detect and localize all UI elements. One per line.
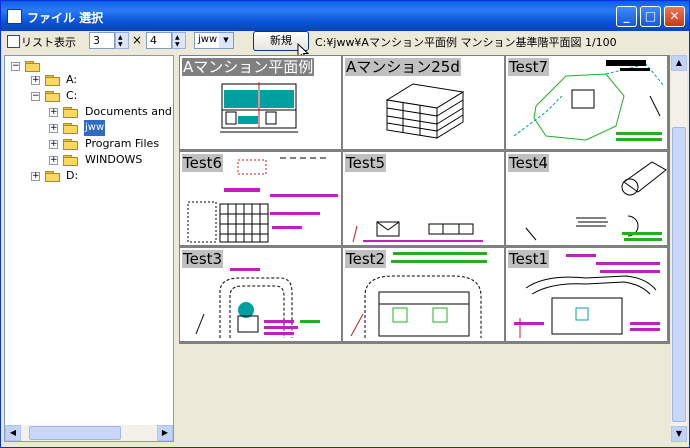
thumbnail-grid: Aマンション平面例 Aマンション25d Test7 Test6 Test5 Te… [179, 55, 670, 344]
expand-icon[interactable]: + [31, 172, 40, 181]
tree-item-label: Program Files [85, 137, 160, 150]
thumbnail-title: Test3 [182, 250, 224, 268]
file-path-label: C:¥jww¥Aマンション平面例 マンション基準階平面図 1/100 [315, 36, 617, 49]
thumbnail-title: Aマンション平面例 [182, 58, 315, 76]
minimize-button[interactable]: _ [616, 6, 637, 27]
extension-value: jww [198, 34, 218, 45]
folder-icon [25, 61, 41, 72]
minimize-icon: _ [623, 9, 630, 23]
rows-stepper[interactable]: ▲ ▼ [172, 32, 186, 49]
thumbnail-test7[interactable]: Test7 [506, 56, 667, 149]
thumbnail-test4[interactable]: Test4 [506, 152, 667, 245]
thumbnail-a-mansion-25d[interactable]: Aマンション25d [343, 56, 504, 149]
thumbnail-test1[interactable]: Test1 [506, 248, 667, 341]
scroll-thumb[interactable] [672, 127, 686, 422]
scroll-up-button[interactable]: ▲ [671, 55, 687, 71]
window-title: ファイル 選択 [27, 11, 104, 25]
expand-icon[interactable]: + [31, 76, 40, 85]
tree-item-jww[interactable]: + jww [49, 120, 173, 136]
tree-item-c-drive[interactable]: − C: [31, 88, 171, 104]
tree-item-label: D: [66, 169, 79, 182]
expand-icon[interactable]: + [49, 140, 58, 149]
collapse-icon[interactable]: − [31, 92, 40, 101]
thumbnail-title: Test2 [345, 250, 387, 268]
tree-item-windows[interactable]: + WINDOWS [49, 152, 173, 168]
folder-icon [45, 91, 61, 102]
expand-icon[interactable]: + [49, 156, 58, 165]
toolbar: リスト表示 3 ▲ ▼ × 4 ▲ ▼ jww ▼ 新規 C:¥jww¥Aマンション… [1, 31, 689, 53]
thumbnail-title: Test5 [345, 154, 387, 172]
thumbnail-a-mansion-plan[interactable]: Aマンション平面例 [180, 56, 341, 149]
tree-item-label: C: [66, 89, 78, 102]
thumbnail-test2[interactable]: Test2 [343, 248, 504, 341]
app-icon [7, 9, 22, 24]
folder-icon [63, 107, 79, 118]
tree-item-label: Documents and S [85, 105, 174, 118]
columns-stepper[interactable]: ▲ ▼ [115, 32, 129, 49]
thumbnail-title: Test4 [508, 154, 550, 172]
maximize-icon: □ [644, 9, 657, 23]
folder-icon [63, 155, 79, 166]
close-icon: ✕ [669, 9, 680, 23]
thumbnail-test3[interactable]: Test3 [180, 248, 341, 341]
scroll-left-button[interactable]: ◀ [5, 425, 21, 441]
folder-icon [45, 75, 61, 86]
file-select-window: ファイル 選択 _ □ ✕ リスト表示 3 ▲ ▼ × 4 ▲ ▼ jww ▼ 新規… [0, 0, 690, 448]
thumbnail-title: Test6 [182, 154, 224, 172]
tree-item-program-files[interactable]: + Program Files [49, 136, 173, 152]
stepper-down-icon: ▼ [118, 41, 123, 48]
tree-item-a-drive[interactable]: + A: [31, 72, 171, 88]
thumbnail-title: Test1 [508, 250, 550, 268]
thumbnail-test5[interactable]: Test5 [343, 152, 504, 245]
open-folder-icon [63, 123, 79, 134]
tree-item-label: WINDOWS [85, 153, 143, 166]
grid-vertical-scrollbar[interactable]: ▲ ▼ [671, 55, 687, 442]
maximize-button[interactable]: □ [640, 6, 661, 27]
folder-icon [45, 171, 61, 182]
expand-icon[interactable]: + [49, 108, 58, 117]
collapse-icon[interactable]: − [11, 62, 20, 71]
scroll-down-button[interactable]: ▼ [671, 426, 687, 442]
tree-item-documents[interactable]: + Documents and S [49, 104, 174, 120]
rows-input[interactable]: 4 [146, 32, 172, 49]
tree-horizontal-scrollbar[interactable]: ◀ ▶ [5, 425, 173, 441]
stepper-down-icon: ▼ [175, 41, 180, 48]
close-button[interactable]: ✕ [664, 6, 685, 27]
times-sign: × [132, 33, 143, 47]
title-bar[interactable]: ファイル 選択 _ □ ✕ [1, 1, 689, 31]
list-view-checkbox[interactable] [7, 35, 20, 48]
tree-item-d-drive[interactable]: + D: [31, 168, 171, 184]
columns-input[interactable]: 3 [89, 32, 115, 49]
thumbnail-title: Aマンション25d [345, 58, 461, 76]
scroll-right-button[interactable]: ▶ [157, 425, 173, 441]
thumbnail-title: Test7 [508, 58, 550, 76]
list-view-label: リスト表示 [21, 36, 76, 49]
tree-item-label: A: [66, 73, 78, 86]
folder-tree[interactable]: − + A: − C: + Documents and S + jww + Pr… [4, 55, 174, 442]
dropdown-arrow-icon: ▼ [219, 33, 233, 48]
extension-select[interactable]: jww ▼ [194, 32, 234, 49]
tree-item-label-selected: jww [84, 120, 106, 136]
folder-icon [63, 139, 79, 150]
expand-icon[interactable]: + [49, 124, 58, 133]
scroll-thumb[interactable] [29, 426, 121, 440]
thumbnail-test6[interactable]: Test6 [180, 152, 341, 245]
